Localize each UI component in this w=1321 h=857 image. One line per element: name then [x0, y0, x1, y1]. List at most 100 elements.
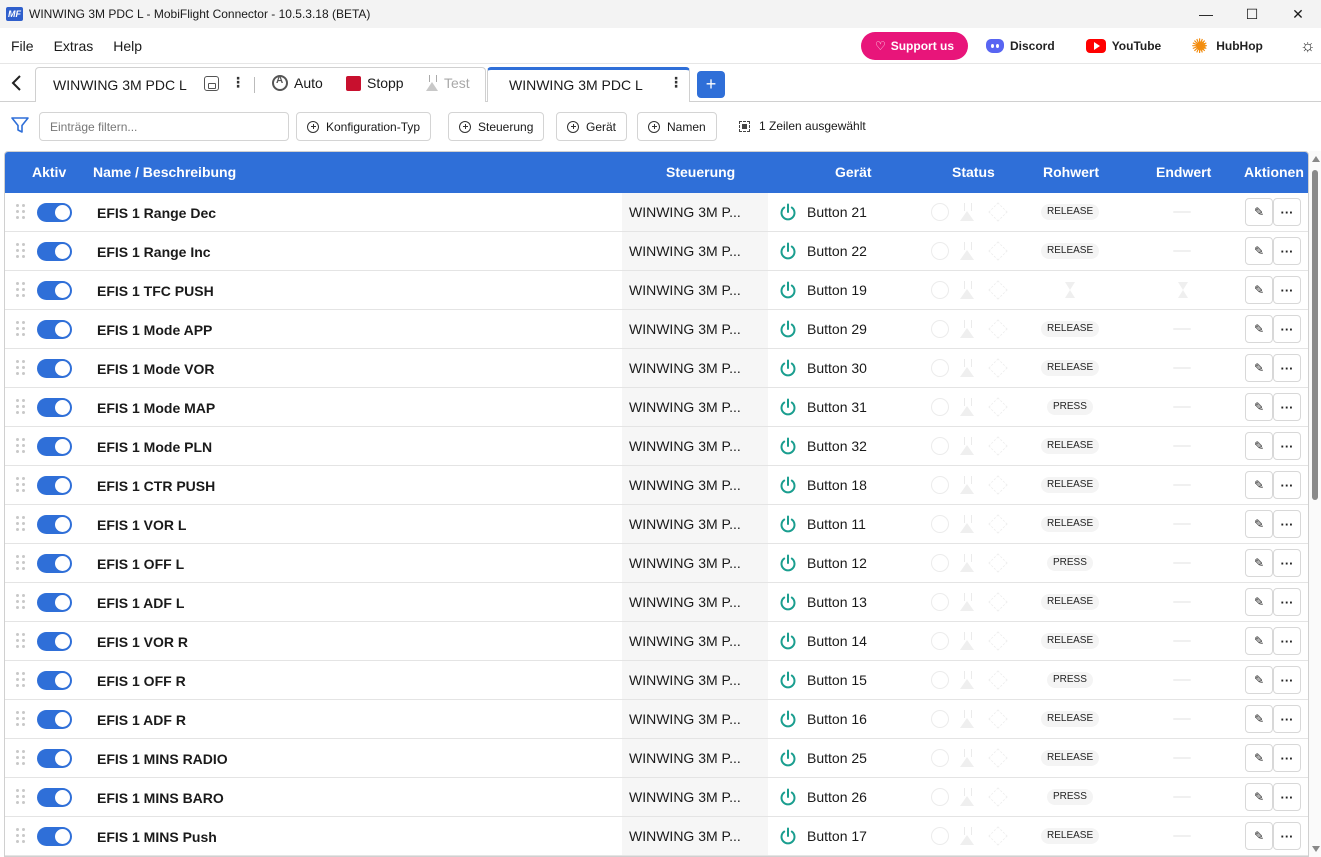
table-row[interactable]: EFIS 1 Mode APP WINWING 3M P... Button 2…	[5, 310, 1308, 349]
drag-handle-icon[interactable]	[16, 750, 26, 766]
test-button[interactable]: Test	[426, 75, 470, 91]
edit-button[interactable]: ✎	[1245, 744, 1273, 772]
active-toggle[interactable]	[37, 710, 72, 729]
tab-menu-icon[interactable]: ⋮	[231, 74, 245, 91]
col-status[interactable]: Status	[952, 164, 995, 180]
active-toggle[interactable]	[37, 515, 72, 534]
more-actions-button[interactable]: ···	[1273, 432, 1301, 460]
active-toggle[interactable]	[37, 749, 72, 768]
filter-chip-steuerung[interactable]: Steuerung	[448, 112, 545, 141]
config-name[interactable]: EFIS 1 Mode PLN	[97, 439, 212, 455]
col-endwert[interactable]: Endwert	[1156, 164, 1211, 180]
config-name[interactable]: EFIS 1 Range Inc	[97, 244, 211, 260]
drag-handle-icon[interactable]	[16, 282, 26, 298]
menu-file[interactable]: File	[11, 38, 34, 54]
more-actions-button[interactable]: ···	[1273, 822, 1301, 850]
drag-handle-icon[interactable]	[16, 438, 26, 454]
more-actions-button[interactable]: ···	[1273, 549, 1301, 577]
col-aktionen[interactable]: Aktionen	[1244, 164, 1304, 180]
edit-button[interactable]: ✎	[1245, 432, 1273, 460]
active-toggle[interactable]	[37, 437, 72, 456]
config-name[interactable]: EFIS 1 ADF R	[97, 712, 186, 728]
col-rohwert[interactable]: Rohwert	[1043, 164, 1099, 180]
theme-toggle-icon[interactable]: ☼	[1300, 36, 1316, 56]
config-name[interactable]: EFIS 1 Range Dec	[97, 205, 216, 221]
active-toggle[interactable]	[37, 320, 72, 339]
filter-input[interactable]	[39, 112, 289, 141]
edit-button[interactable]: ✎	[1245, 588, 1273, 616]
drag-handle-icon[interactable]	[16, 243, 26, 259]
config-name[interactable]: EFIS 1 MINS BARO	[97, 790, 224, 806]
config-name[interactable]: EFIS 1 VOR L	[97, 517, 186, 533]
drag-handle-icon[interactable]	[16, 399, 26, 415]
table-row[interactable]: EFIS 1 ADF L WINWING 3M P... Button 13 R…	[5, 583, 1308, 622]
save-icon[interactable]	[204, 76, 219, 91]
more-actions-button[interactable]: ···	[1273, 744, 1301, 772]
edit-button[interactable]: ✎	[1245, 276, 1273, 304]
active-toggle[interactable]	[37, 398, 72, 417]
table-row[interactable]: EFIS 1 Range Dec WINWING 3M P... Button …	[5, 193, 1308, 232]
active-toggle[interactable]	[37, 671, 72, 690]
edit-button[interactable]: ✎	[1245, 393, 1273, 421]
edit-button[interactable]: ✎	[1245, 471, 1273, 499]
table-row[interactable]: EFIS 1 Mode PLN WINWING 3M P... Button 3…	[5, 427, 1308, 466]
edit-button[interactable]: ✎	[1245, 783, 1273, 811]
config-name[interactable]: EFIS 1 CTR PUSH	[97, 478, 215, 494]
more-actions-button[interactable]: ···	[1273, 354, 1301, 382]
edit-button[interactable]: ✎	[1245, 237, 1273, 265]
tab-config-menu-icon[interactable]: ⋮	[669, 74, 683, 91]
drag-handle-icon[interactable]	[16, 321, 26, 337]
scroll-thumb[interactable]	[1312, 170, 1318, 500]
minimize-button[interactable]: —	[1183, 0, 1229, 28]
tab-project[interactable]: WINWING 3M PDC L ⋮ Auto Stopp Test	[35, 67, 486, 102]
add-config-button[interactable]: +	[697, 71, 725, 98]
drag-handle-icon[interactable]	[16, 633, 26, 649]
edit-button[interactable]: ✎	[1245, 510, 1273, 538]
drag-handle-icon[interactable]	[16, 477, 26, 493]
active-toggle[interactable]	[37, 593, 72, 612]
table-row[interactable]: EFIS 1 VOR R WINWING 3M P... Button 14 R…	[5, 622, 1308, 661]
config-name[interactable]: EFIS 1 VOR R	[97, 634, 188, 650]
config-name[interactable]: EFIS 1 OFF R	[97, 673, 186, 689]
maximize-button[interactable]: ☐	[1229, 0, 1275, 28]
menu-extras[interactable]: Extras	[54, 38, 94, 54]
edit-button[interactable]: ✎	[1245, 198, 1273, 226]
table-scrollbar[interactable]	[1309, 151, 1321, 857]
more-actions-button[interactable]: ···	[1273, 705, 1301, 733]
col-geraet[interactable]: Gerät	[835, 164, 872, 180]
youtube-link[interactable]: YouTube	[1085, 39, 1161, 53]
config-name[interactable]: EFIS 1 Mode APP	[97, 322, 212, 338]
edit-button[interactable]: ✎	[1245, 666, 1273, 694]
col-name[interactable]: Name / Beschreibung	[93, 164, 236, 180]
table-row[interactable]: EFIS 1 OFF R WINWING 3M P... Button 15 P…	[5, 661, 1308, 700]
table-row[interactable]: EFIS 1 MINS BARO WINWING 3M P... Button …	[5, 778, 1308, 817]
close-button[interactable]: ✕	[1275, 0, 1321, 28]
table-row[interactable]: EFIS 1 MINS Push WINWING 3M P... Button …	[5, 817, 1308, 856]
drag-handle-icon[interactable]	[16, 555, 26, 571]
config-name[interactable]: EFIS 1 TFC PUSH	[97, 283, 214, 299]
more-actions-button[interactable]: ···	[1273, 198, 1301, 226]
table-row[interactable]: EFIS 1 Mode MAP WINWING 3M P... Button 3…	[5, 388, 1308, 427]
drag-handle-icon[interactable]	[16, 789, 26, 805]
col-steuerung[interactable]: Steuerung	[666, 164, 735, 180]
support-us-button[interactable]: ♡ Support us	[861, 32, 968, 60]
table-row[interactable]: EFIS 1 VOR L WINWING 3M P... Button 11 R…	[5, 505, 1308, 544]
config-name[interactable]: EFIS 1 Mode MAP	[97, 400, 215, 416]
active-toggle[interactable]	[37, 632, 72, 651]
more-actions-button[interactable]: ···	[1273, 510, 1301, 538]
col-aktiv[interactable]: Aktiv	[32, 164, 66, 180]
more-actions-button[interactable]: ···	[1273, 276, 1301, 304]
back-arrow-icon[interactable]	[8, 72, 26, 94]
more-actions-button[interactable]: ···	[1273, 471, 1301, 499]
filter-chip-namen[interactable]: Namen	[637, 112, 717, 141]
filter-funnel-icon[interactable]	[10, 115, 30, 135]
more-actions-button[interactable]: ···	[1273, 393, 1301, 421]
discord-link[interactable]: Discord	[986, 39, 1055, 53]
more-actions-button[interactable]: ···	[1273, 315, 1301, 343]
active-toggle[interactable]	[37, 827, 72, 846]
drag-handle-icon[interactable]	[16, 828, 26, 844]
active-toggle[interactable]	[37, 554, 72, 573]
edit-button[interactable]: ✎	[1245, 315, 1273, 343]
filter-chip-geraet[interactable]: Gerät	[556, 112, 628, 141]
menu-help[interactable]: Help	[113, 38, 142, 54]
